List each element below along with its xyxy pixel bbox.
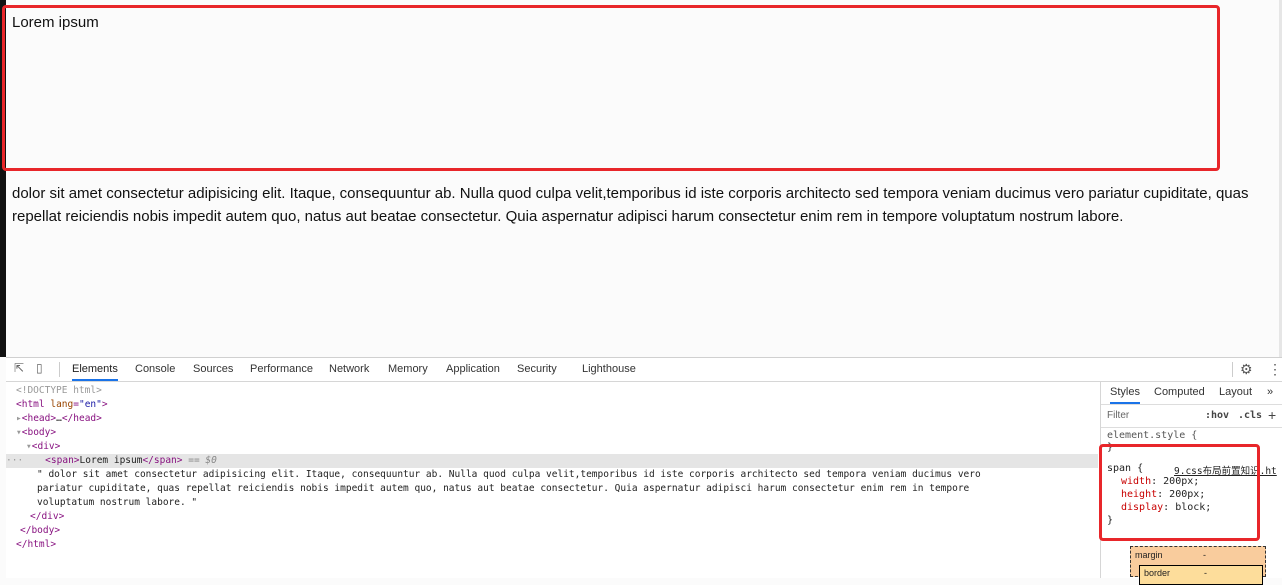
div-close-tag-name: div: [41, 511, 59, 522]
rendered-page: Lorem ipsum dolor sit amet consectetur a…: [0, 0, 1282, 357]
head-tag-name: head: [27, 413, 51, 424]
settings-gear-icon[interactable]: ⚙: [1240, 361, 1253, 378]
tab-sources[interactable]: Sources: [193, 358, 233, 381]
devtools-toolbar: ⇱ ▯ Elements Console Sources Performance…: [6, 358, 1282, 382]
hov-toggle[interactable]: :hov: [1205, 410, 1229, 421]
text-node-line1: " dolor sit amet consectetur adipisicing…: [37, 469, 981, 480]
inspect-cursor-icon[interactable]: ⇱: [14, 362, 26, 374]
dom-head-node[interactable]: ▸<head>…</head>: [6, 412, 1108, 426]
styles-filter-input[interactable]: Filter: [1107, 410, 1187, 421]
html-close-tag-name: html: [27, 539, 51, 550]
text-node-line2: pariatur cupiditate, quas repellat reici…: [37, 483, 970, 494]
tab-lighthouse[interactable]: Lighthouse: [582, 358, 636, 381]
more-options-icon[interactable]: ⋮: [1268, 361, 1282, 378]
span-tag-name: span: [50, 455, 74, 466]
box-margin-label: margin: [1135, 550, 1163, 560]
body-close-tag-name: body: [31, 525, 55, 536]
selected-marker: == $0: [188, 455, 217, 466]
styles-filter-bar: Filter :hov .cls +: [1101, 405, 1282, 428]
dom-body-close[interactable]: </body>: [6, 524, 1112, 538]
tab-security[interactable]: Security: [517, 358, 557, 381]
highlight-box-css-rule: [1099, 444, 1260, 541]
device-toggle-icon[interactable]: ▯: [36, 362, 48, 374]
tab-computed[interactable]: Computed: [1154, 386, 1205, 398]
span-inner-text: Lorem ipsum: [79, 455, 143, 466]
dom-doctype[interactable]: <!DOCTYPE html>: [6, 384, 1108, 398]
tab-elements[interactable]: Elements: [72, 358, 118, 381]
body-tag-name: body: [27, 427, 51, 438]
box-model-diagram: margin - border -: [1130, 546, 1266, 585]
toolbar-divider: [59, 362, 60, 377]
tab-styles[interactable]: Styles: [1110, 386, 1140, 404]
highlight-box-span: [2, 5, 1220, 171]
dom-html-close[interactable]: </html>: [6, 538, 1108, 552]
lang-attr-value: "en": [78, 399, 102, 410]
dom-body-node[interactable]: ▾<body>: [6, 426, 1108, 440]
more-tabs-chevron-icon[interactable]: »: [1267, 386, 1273, 398]
tab-memory[interactable]: Memory: [388, 358, 428, 381]
tab-console[interactable]: Console: [135, 358, 175, 381]
cls-toggle[interactable]: .cls: [1238, 410, 1262, 421]
dom-text-node-line2[interactable]: pariatur cupiditate, quas repellat reici…: [6, 482, 1129, 496]
text-node-line3: voluptatum nostrum labore. ": [37, 497, 198, 508]
dom-html-node[interactable]: <html lang="en">: [6, 398, 1108, 412]
element-style-selector[interactable]: element.style {: [1107, 430, 1197, 441]
tab-network[interactable]: Network: [329, 358, 369, 381]
row-more-icon[interactable]: ···: [6, 455, 23, 466]
dom-text-node-line3[interactable]: voluptatum nostrum labore. ": [6, 496, 1129, 510]
devtools-panel: ⇱ ▯ Elements Console Sources Performance…: [6, 357, 1282, 578]
dom-span-node-selected[interactable]: ··· <span>Lorem ipsum</span> == $0: [6, 454, 1098, 468]
doctype-text: <!DOCTYPE html>: [16, 385, 102, 396]
elements-tree: <!DOCTYPE html> <html lang="en"> ▸<head>…: [6, 382, 1098, 578]
box-border-layer: border -: [1139, 565, 1263, 585]
tab-performance[interactable]: Performance: [250, 358, 313, 381]
lang-attr-name: lang: [50, 399, 74, 410]
tab-application[interactable]: Application: [446, 358, 500, 381]
box-margin-value[interactable]: -: [1203, 550, 1206, 560]
span-lorem-ipsum: Lorem ipsum: [12, 14, 99, 31]
div-tag-name: div: [37, 441, 55, 452]
dom-div-node[interactable]: ▾<div>: [6, 440, 1118, 454]
toolbar-divider-right: [1232, 362, 1233, 377]
new-rule-plus-icon[interactable]: +: [1268, 407, 1276, 423]
tab-layout[interactable]: Layout: [1219, 386, 1252, 398]
dom-text-node-line1[interactable]: " dolor sit amet consectetur adipisicing…: [6, 468, 1129, 482]
styles-tabbar: Styles Computed Layout »: [1101, 382, 1282, 405]
body-paragraph: dolor sit amet consectetur adipisicing e…: [12, 185, 1249, 225]
dom-div-close[interactable]: </div>: [6, 510, 1122, 524]
html-tag-name: html: [21, 399, 45, 410]
